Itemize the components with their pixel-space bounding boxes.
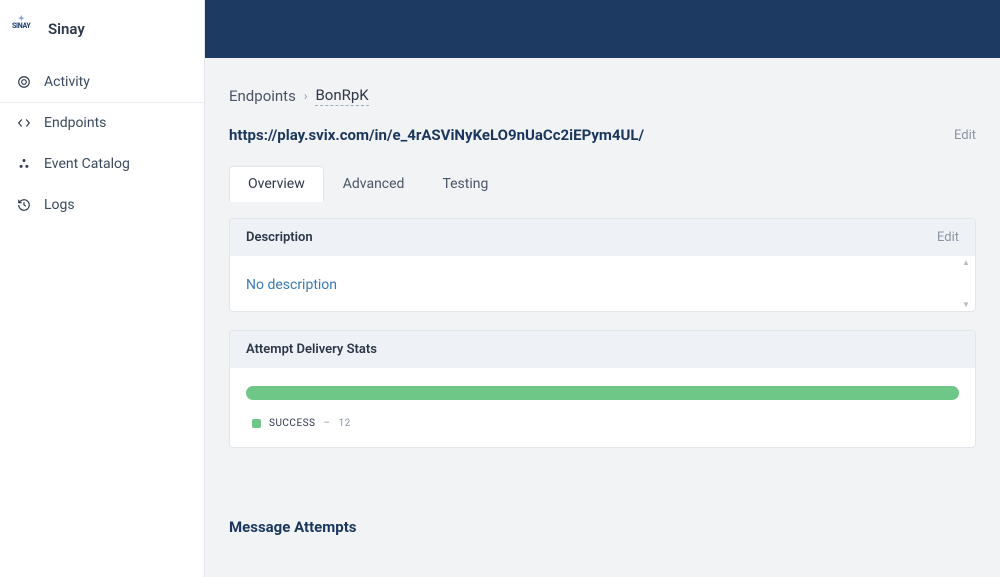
topbar [205,0,1000,58]
endpoint-url-row: https://play.svix.com/in/e_4rASViNyKeLO9… [229,126,976,144]
sidebar-item-event-catalog[interactable]: Event Catalog [0,144,204,185]
history-icon [16,197,32,213]
sidebar-item-label: Endpoints [44,115,106,131]
activity-icon [16,74,32,90]
sidebar-item-activity[interactable]: Activity [0,62,204,103]
content: Endpoints › BonRpK https://play.svix.com… [205,58,1000,576]
tabs: Overview Advanced Testing [229,166,976,202]
description-card: Description Edit No description ▲ ▼ [229,218,976,312]
sidebar: SINAY Sinay Activity Endpoints Event C [0,0,205,577]
stats-card: Attempt Delivery Stats SUCCESS – 12 [229,330,976,448]
stats-card-title: Attempt Delivery Stats [246,342,377,357]
breadcrumb-parent[interactable]: Endpoints [229,87,296,105]
catalog-icon [16,156,32,172]
sidebar-item-label: Logs [44,197,75,213]
tab-testing[interactable]: Testing [423,166,507,202]
caret-down-icon: ▼ [962,300,972,309]
sidebar-item-endpoints[interactable]: Endpoints [0,103,204,144]
sidebar-item-label: Activity [44,74,90,90]
description-card-header: Description Edit [230,219,975,256]
brand-name: Sinay [48,20,85,38]
edit-endpoint-link[interactable]: Edit [954,128,976,143]
success-count: 12 [339,418,351,429]
brand-logo: SINAY [12,22,38,36]
endpoint-url: https://play.svix.com/in/e_4rASViNyKeLO9… [229,126,644,144]
code-icon [16,115,32,131]
chevron-right-icon: › [304,89,308,103]
message-attempts-heading: Message Attempts [229,518,976,536]
stats-card-body: SUCCESS – 12 [230,368,975,447]
tab-advanced[interactable]: Advanced [324,166,424,202]
caret-up-icon: ▲ [962,258,972,267]
breadcrumb-current: BonRpK [315,86,368,106]
main: Endpoints › BonRpK https://play.svix.com… [205,0,1000,577]
sidebar-item-label: Event Catalog [44,156,130,172]
description-card-body: No description ▲ ▼ [230,256,975,311]
sidebar-nav: Activity Endpoints Event Catalog Logs [0,58,204,226]
stats-legend: SUCCESS – 12 [246,418,959,429]
success-sep: – [324,418,331,429]
scrollbar[interactable]: ▲ ▼ [962,256,972,311]
sidebar-header: SINAY Sinay [0,0,204,58]
success-swatch [252,419,261,428]
breadcrumb: Endpoints › BonRpK [229,86,976,106]
edit-description-link[interactable]: Edit [937,230,959,245]
description-empty: No description [246,277,337,293]
tab-overview[interactable]: Overview [229,166,324,202]
description-card-title: Description [246,230,313,245]
success-label: SUCCESS [269,418,316,429]
sidebar-item-logs[interactable]: Logs [0,185,204,226]
stats-card-header: Attempt Delivery Stats [230,331,975,368]
success-bar [246,386,959,400]
